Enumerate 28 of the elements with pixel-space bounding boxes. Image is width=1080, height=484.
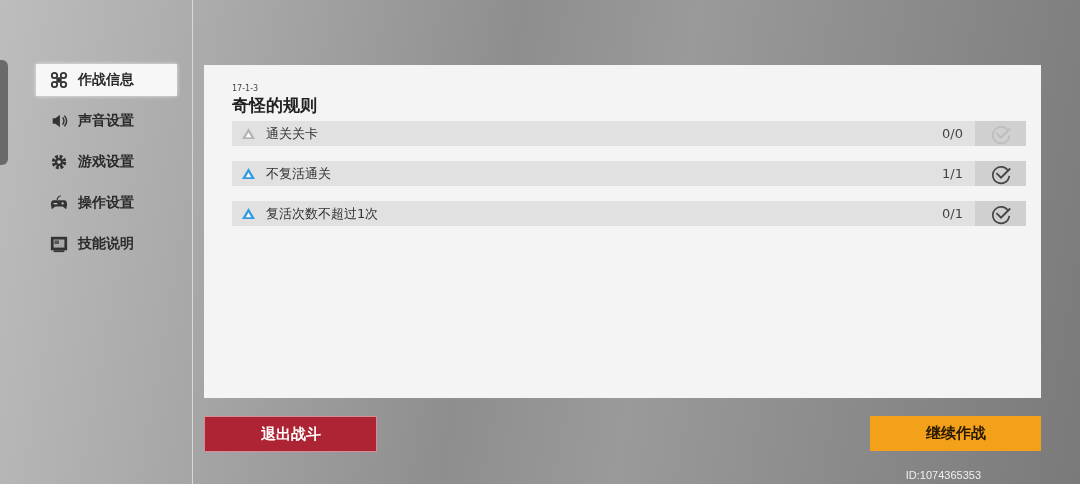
objective-progress: 0/1 (942, 206, 963, 221)
drone-icon (50, 71, 68, 89)
mission-title: 奇怪的规则 (232, 94, 318, 116)
sidebar-item[interactable]: 作战信息 (36, 64, 177, 96)
objective-label: 通关关卡 (266, 124, 319, 143)
objective-progress: 0/0 (942, 126, 963, 141)
triangle-icon (241, 207, 256, 220)
continue-button[interactable]: 继续作战 (870, 416, 1041, 451)
check-icon (975, 201, 1026, 226)
side-handle[interactable] (0, 60, 8, 165)
sidebar-item[interactable]: 游戏设置 (36, 146, 177, 178)
check-icon (975, 161, 1026, 186)
check-icon (975, 121, 1026, 146)
triangle-icon (241, 167, 256, 180)
gear-icon (50, 153, 68, 171)
exit-button[interactable]: 退出战斗 (204, 416, 377, 452)
objective-label: 不复活通关 (266, 164, 332, 183)
objective-progress: 1/1 (942, 166, 963, 181)
objective-label: 复活次数不超过1次 (266, 204, 380, 223)
speaker-icon (50, 112, 68, 130)
mission-code: 17-1-3 (232, 84, 260, 94)
gamepad-icon (50, 194, 68, 212)
triangle-icon (241, 127, 256, 140)
sidebar-item[interactable]: 声音设置 (36, 105, 177, 137)
sidebar-item[interactable]: 操作设置 (36, 187, 177, 219)
player-id: ID:1074365353 (905, 469, 981, 481)
monitor-icon (50, 235, 68, 253)
sidebar-item[interactable]: 技能说明 (36, 228, 177, 260)
